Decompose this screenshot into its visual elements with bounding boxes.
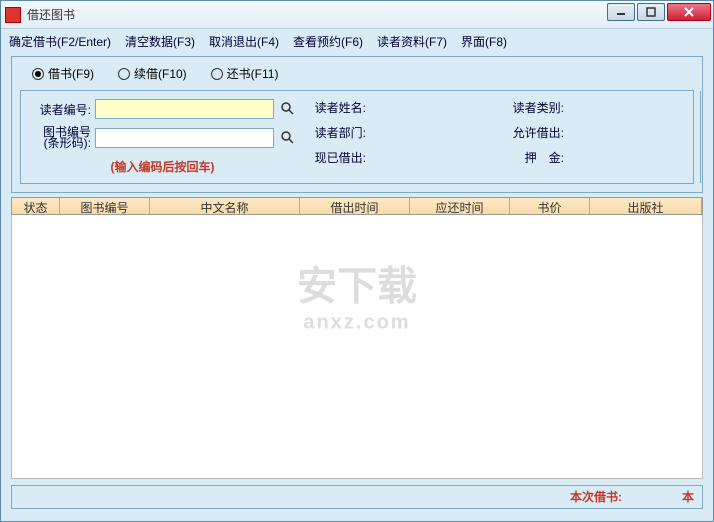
radio-icon (211, 68, 223, 80)
reader-id-input[interactable] (95, 99, 274, 119)
search-icon[interactable] (280, 130, 296, 146)
footer-label: 本次借书: (570, 488, 622, 505)
th-publisher[interactable]: 出版社 (590, 198, 702, 214)
maximize-button[interactable] (637, 3, 665, 21)
titlebar: 借还图书 (1, 1, 713, 29)
th-price[interactable]: 书价 (510, 198, 590, 214)
reader-id-label: 读者编号: (29, 101, 91, 118)
form-left: 读者编号: 图书编号(条形码): (输入编码后按回车) (29, 99, 296, 175)
already-lent-label: 现已借出: (304, 149, 366, 166)
search-icon[interactable] (280, 101, 296, 117)
table-body[interactable]: 安下载 anxz.com (11, 215, 703, 479)
footer-unit: 本 (682, 488, 694, 505)
minimize-button[interactable] (607, 3, 635, 21)
menubar: 确定借书(F2/Enter) 清空数据(F3) 取消退出(F4) 查看预约(F6… (1, 29, 713, 54)
radio-renew-label: 续借(F10) (134, 65, 187, 82)
window-controls (607, 3, 711, 21)
radio-icon (118, 68, 130, 80)
book-id-input[interactable] (95, 128, 274, 148)
mode-radio-group: 借书(F9) 续借(F10) 还书(F11) (20, 63, 694, 90)
th-lend-time[interactable]: 借出时间 (300, 198, 410, 214)
form-mid: 读者姓名: 读者部门: 现已借出: (304, 99, 494, 175)
allow-lend-label: 允许借出: (502, 124, 564, 141)
radio-borrow-label: 借书(F9) (48, 65, 94, 82)
menu-reader[interactable]: 读者资料(F7) (377, 33, 447, 50)
menu-cancel[interactable]: 取消退出(F4) (209, 33, 279, 50)
app-icon (5, 7, 21, 23)
minimize-icon (616, 7, 626, 17)
th-due-time[interactable]: 应还时间 (410, 198, 510, 214)
reader-type-label: 读者类别: (502, 99, 564, 116)
close-button[interactable] (667, 3, 711, 21)
form-right: 读者类别: 允许借出: 押 金: (502, 99, 692, 175)
reader-dept-label: 读者部门: (304, 124, 366, 141)
radio-return[interactable]: 还书(F11) (211, 65, 279, 82)
menu-ui[interactable]: 界面(F8) (461, 33, 507, 50)
reader-name-label: 读者姓名: (304, 99, 366, 116)
radio-icon (32, 68, 44, 80)
th-zh-name[interactable]: 中文名称 (150, 198, 300, 214)
form-area: 读者编号: 图书编号(条形码): (输入编码后按回车) (20, 90, 694, 184)
table-header: 状态 图书编号 中文名称 借出时间 应还时间 书价 出版社 (11, 197, 703, 215)
book-id-label: 图书编号(条形码): (29, 127, 91, 150)
radio-return-label: 还书(F11) (227, 65, 279, 82)
form-side-panel (700, 91, 701, 183)
radio-borrow[interactable]: 借书(F9) (32, 65, 94, 82)
input-hint: (输入编码后按回车) (29, 158, 296, 175)
deposit-label: 押 金: (502, 149, 564, 166)
menu-clear[interactable]: 清空数据(F3) (125, 33, 195, 50)
th-book-id[interactable]: 图书编号 (60, 198, 150, 214)
maximize-icon (646, 7, 656, 17)
window: 借还图书 确定借书(F2/Enter) 清空数据(F3) 取消退出(F4) 查看… (0, 0, 714, 522)
menu-reserve[interactable]: 查看预约(F6) (293, 33, 363, 50)
close-icon (683, 7, 695, 17)
status-footer: 本次借书: 本 (11, 485, 703, 509)
menu-confirm[interactable]: 确定借书(F2/Enter) (9, 33, 111, 50)
radio-renew[interactable]: 续借(F10) (118, 65, 187, 82)
main-panel: 借书(F9) 续借(F10) 还书(F11) 读者编号: (11, 56, 703, 193)
window-title: 借还图书 (27, 6, 75, 23)
watermark: 安下载 anxz.com (297, 253, 417, 334)
th-status[interactable]: 状态 (12, 198, 60, 214)
